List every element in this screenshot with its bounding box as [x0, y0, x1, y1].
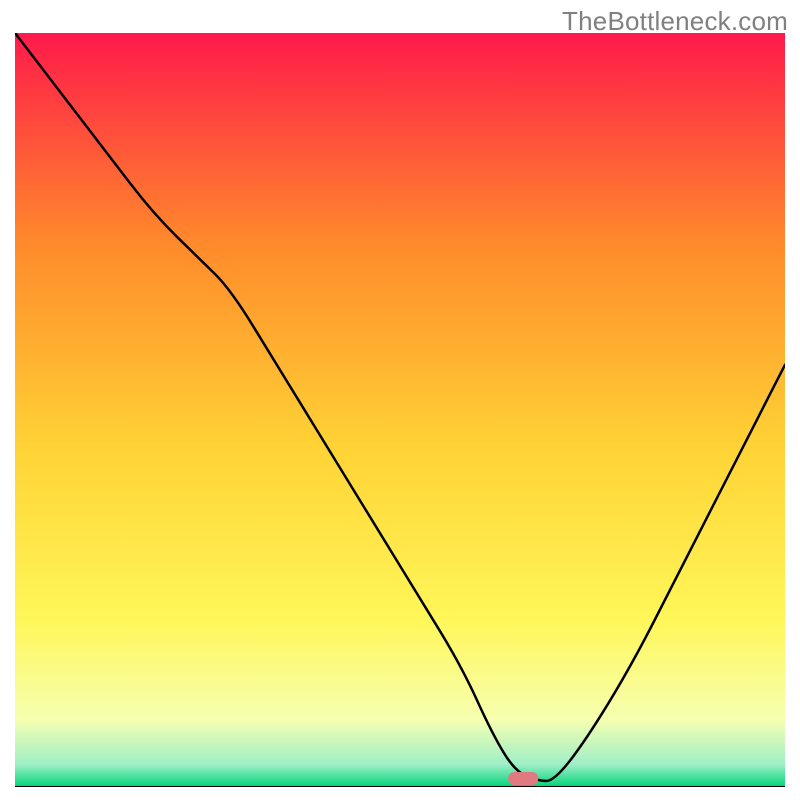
chart-stage: TheBottleneck.com [0, 0, 800, 800]
optimal-marker [508, 772, 538, 785]
plot-area [15, 33, 785, 787]
gradient-background [15, 33, 785, 787]
chart-svg [15, 33, 785, 787]
